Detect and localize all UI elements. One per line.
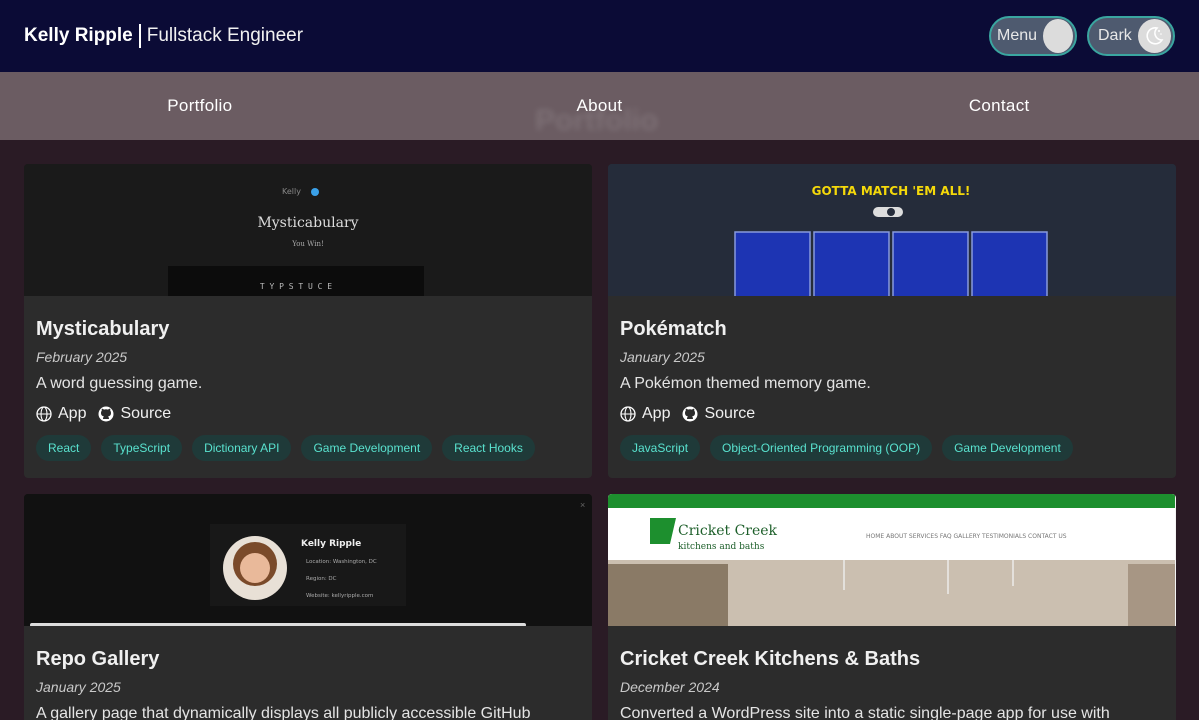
tag-list: JavaScript Object-Oriented Programming (… bbox=[620, 435, 1164, 461]
moon-icon bbox=[1137, 19, 1171, 53]
project-date: January 2025 bbox=[620, 349, 705, 365]
project-thumbnail[interactable]: Kelly Mysticabulary You Win! T Y P S T U… bbox=[24, 164, 592, 296]
dark-mode-toggle[interactable]: Dark bbox=[1087, 16, 1175, 56]
header-controls: Menu Dark bbox=[989, 16, 1175, 56]
tag: Game Development bbox=[301, 435, 433, 461]
thumb-text: Mysticabulary bbox=[257, 215, 358, 231]
project-title: Mysticabulary bbox=[36, 318, 170, 340]
tag: Dictionary API bbox=[192, 435, 292, 461]
source-link[interactable]: Source bbox=[98, 405, 171, 423]
thumb-text: Kelly bbox=[282, 187, 301, 196]
thumb-text: HOME ABOUT SERVICES FAQ GALLERY TESTIMON… bbox=[866, 533, 1067, 540]
project-thumbnail[interactable]: Kelly Ripple Location: Washington, DC Re… bbox=[24, 494, 592, 626]
thumb-text: Kelly Ripple bbox=[301, 539, 361, 549]
tag: Object-Oriented Programming (OOP) bbox=[710, 435, 933, 461]
tag: React bbox=[36, 435, 92, 461]
project-date: December 2024 bbox=[620, 679, 720, 695]
project-card: Kelly Mysticabulary You Win! T Y P S T U… bbox=[24, 164, 592, 478]
project-card: Cricket Creek kitchens and baths HOME AB… bbox=[608, 494, 1176, 720]
thumb-text: Region: DC bbox=[306, 576, 337, 582]
project-date: January 2025 bbox=[36, 679, 121, 695]
source-link[interactable]: Source bbox=[682, 405, 755, 423]
project-links: App Source bbox=[620, 405, 1164, 423]
app-link-label: App bbox=[642, 405, 671, 422]
ghost-page-title: Portfolio bbox=[535, 104, 659, 137]
app-link[interactable]: App bbox=[36, 405, 86, 423]
menu-toggle-knob bbox=[1043, 19, 1073, 53]
project-card: GOTTA MATCH 'EM ALL! Pokématch January 2… bbox=[608, 164, 1176, 478]
project-card: Kelly Ripple Location: Washington, DC Re… bbox=[24, 494, 592, 720]
project-description: A word guessing game. bbox=[36, 375, 203, 392]
app-link[interactable]: App bbox=[620, 405, 670, 423]
nav-contact[interactable]: Contact bbox=[799, 96, 1199, 116]
menu-toggle-label: Menu bbox=[997, 27, 1038, 44]
project-thumbnail[interactable]: GOTTA MATCH 'EM ALL! bbox=[608, 164, 1176, 296]
github-icon bbox=[98, 406, 114, 422]
project-title: Repo Gallery bbox=[36, 648, 160, 670]
thumb-text: GOTTA MATCH 'EM ALL! bbox=[812, 184, 971, 198]
tag: TypeScript bbox=[101, 435, 183, 461]
source-link-label: Source bbox=[704, 405, 756, 422]
site-header: Kelly Ripple Fullstack Engineer Menu Dar… bbox=[0, 0, 1199, 72]
github-icon bbox=[682, 406, 698, 422]
app-link-label: App bbox=[58, 405, 87, 422]
brand[interactable]: Kelly Ripple Fullstack Engineer bbox=[24, 24, 303, 48]
thumb-text: kitchens and baths bbox=[678, 542, 765, 552]
project-links: App Source bbox=[36, 405, 580, 423]
tag: JavaScript bbox=[620, 435, 701, 461]
brand-title: Fullstack Engineer bbox=[146, 25, 304, 46]
globe-icon bbox=[36, 406, 52, 422]
dark-mode-label: Dark bbox=[1098, 27, 1132, 44]
source-link-label: Source bbox=[120, 405, 172, 422]
globe-icon bbox=[620, 406, 636, 422]
menu-toggle[interactable]: Menu bbox=[989, 16, 1077, 56]
project-thumbnail[interactable]: Cricket Creek kitchens and baths HOME AB… bbox=[608, 494, 1176, 626]
thumb-text: Website: kellyripple.com bbox=[306, 593, 373, 599]
project-date: February 2025 bbox=[36, 349, 128, 365]
brand-divider bbox=[138, 24, 141, 48]
tag-list: React TypeScript Dictionary API Game Dev… bbox=[36, 435, 580, 461]
thumb-text: Location: Washington, DC bbox=[306, 559, 377, 565]
project-title: Pokématch bbox=[620, 318, 727, 340]
tag: Game Development bbox=[942, 435, 1073, 461]
nav-portfolio[interactable]: Portfolio bbox=[0, 96, 400, 116]
thumb-text: You Win! bbox=[291, 240, 324, 248]
thumb-text: Cricket Creek bbox=[678, 523, 778, 539]
project-description: Converted a WordPress site into a static… bbox=[620, 705, 1110, 720]
brand-name: Kelly Ripple bbox=[24, 25, 133, 46]
project-description: A Pokémon themed memory game. bbox=[620, 375, 871, 392]
project-title: Cricket Creek Kitchens & Baths bbox=[620, 648, 921, 670]
svg-text:×: × bbox=[580, 500, 585, 510]
project-description: A gallery page that dynamically displays… bbox=[36, 705, 531, 720]
thumb-text: T Y P S T U C E bbox=[260, 282, 332, 291]
tag: React Hooks bbox=[442, 435, 535, 461]
